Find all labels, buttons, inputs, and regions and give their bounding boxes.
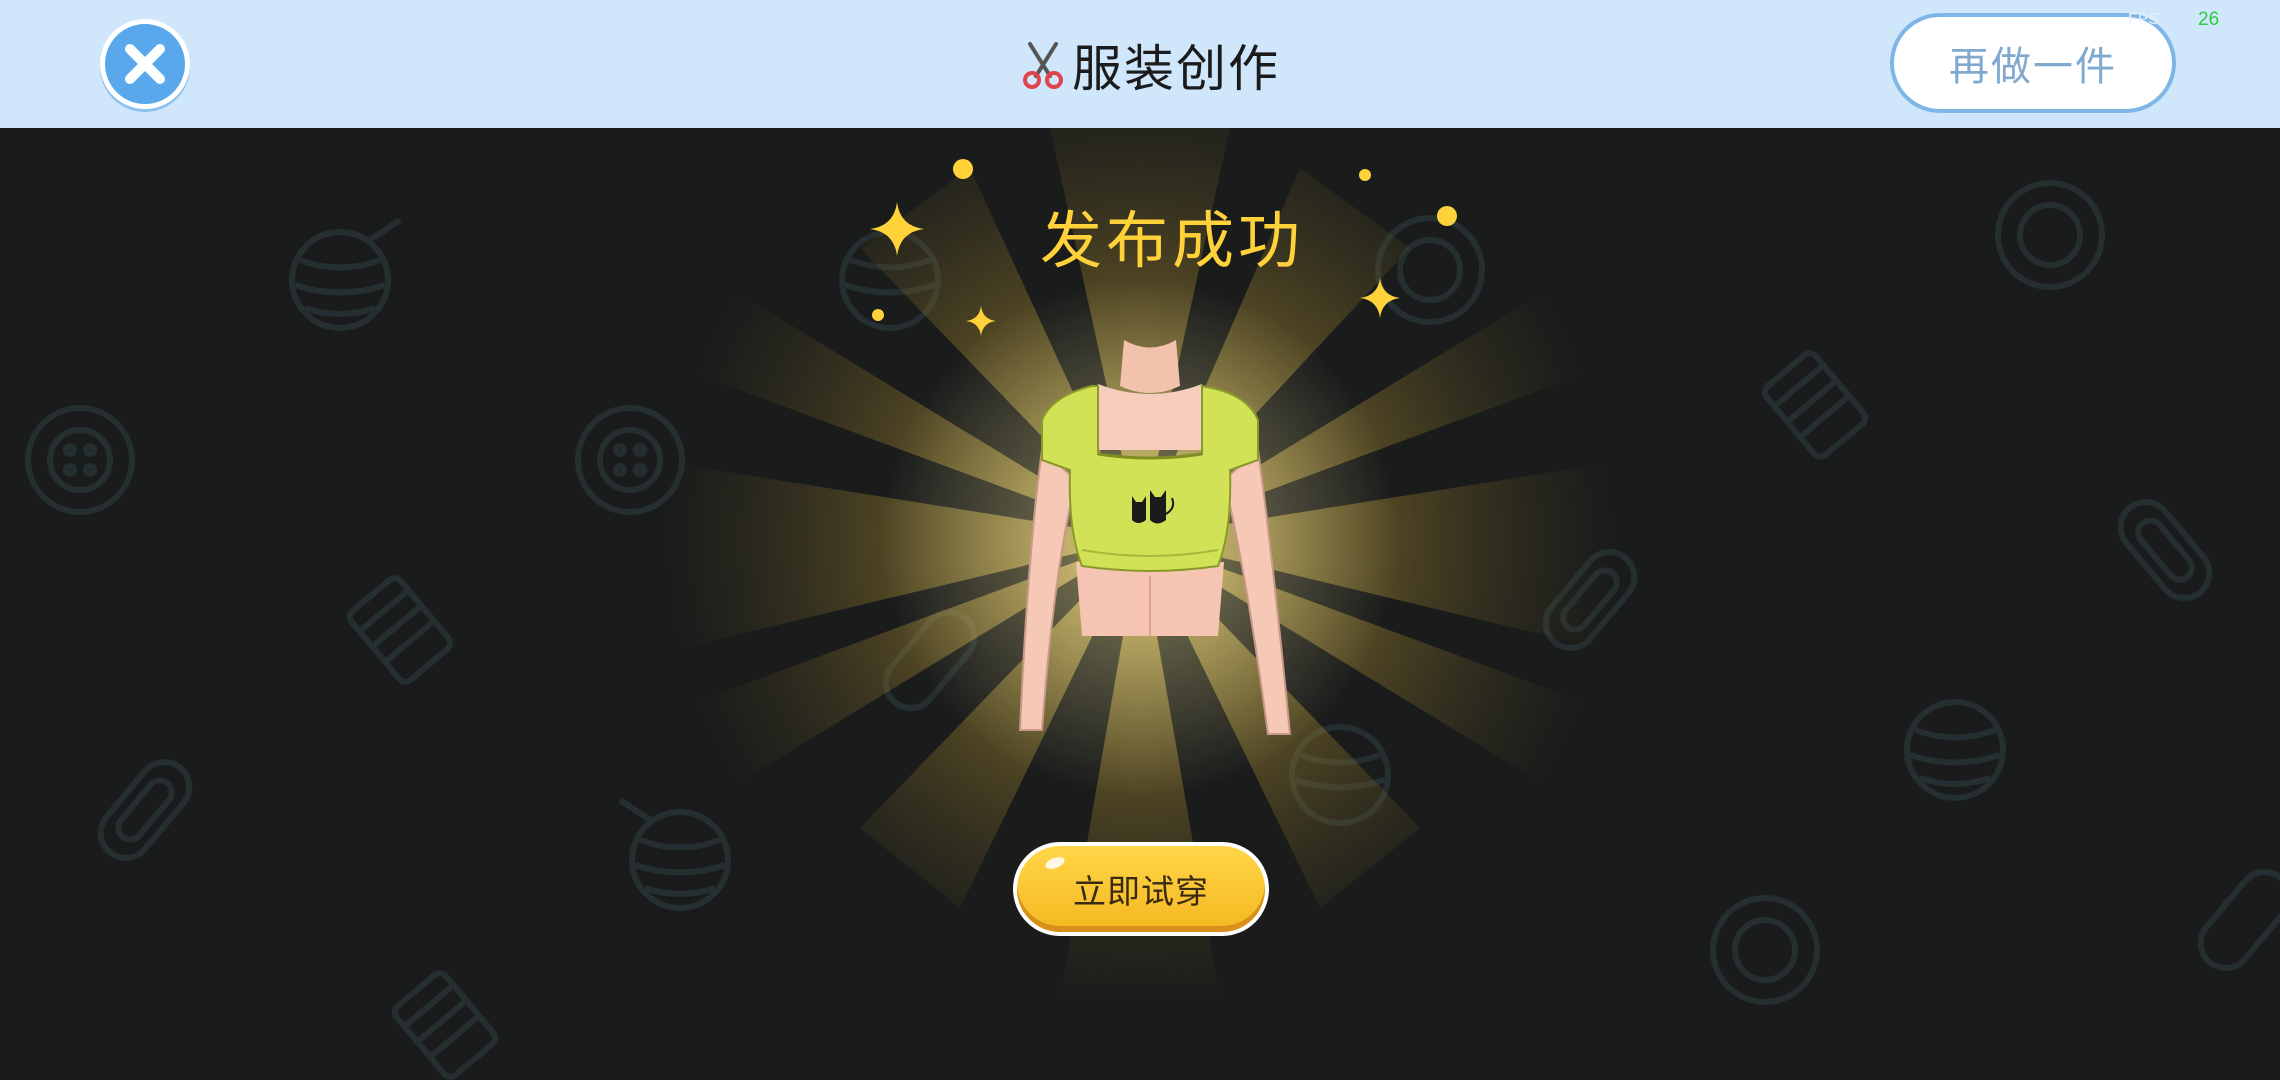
scissors-icon [1023,42,1063,89]
sparkle-icon [1360,278,1400,318]
try-on-button-face: 立即试穿 [1017,846,1265,932]
paperclip-icon [2117,499,2213,601]
button-icon [1710,895,1820,1005]
garment-preview [1018,340,1292,735]
top-bar: 服装创作 再做一件 FPS 26 [0,0,2280,128]
page-title-text: 服装创作 [1072,40,1280,98]
page-title: 服装创作 [1020,30,1280,100]
try-on-label: 立即试穿 [1073,872,1209,911]
fps-label: FPS [2128,11,2160,28]
spool-icon [391,970,499,1080]
button-icon [1995,180,2105,290]
sparkle-icon [870,202,924,256]
sparkle-dot [1359,169,1371,181]
button-shine [1043,854,1067,872]
paperclip-icon [2197,869,2280,971]
sparkle-dot [872,309,884,321]
publish-success-title: 发布成功 [1040,204,1305,277]
paperclip-icon [97,759,193,861]
close-icon [125,44,165,84]
fps-value: 26 [2198,9,2220,30]
spool-icon [1761,350,1869,460]
yarn-ball-icon [289,217,402,331]
yarn-ball-icon [1904,699,2006,801]
try-on-button[interactable]: 立即试穿 [1013,842,1269,936]
close-button[interactable] [100,19,190,109]
spool-icon [346,575,454,685]
sparkle-dot [1437,206,1457,226]
button-icon [25,405,135,515]
sparkle-dot [953,159,973,179]
